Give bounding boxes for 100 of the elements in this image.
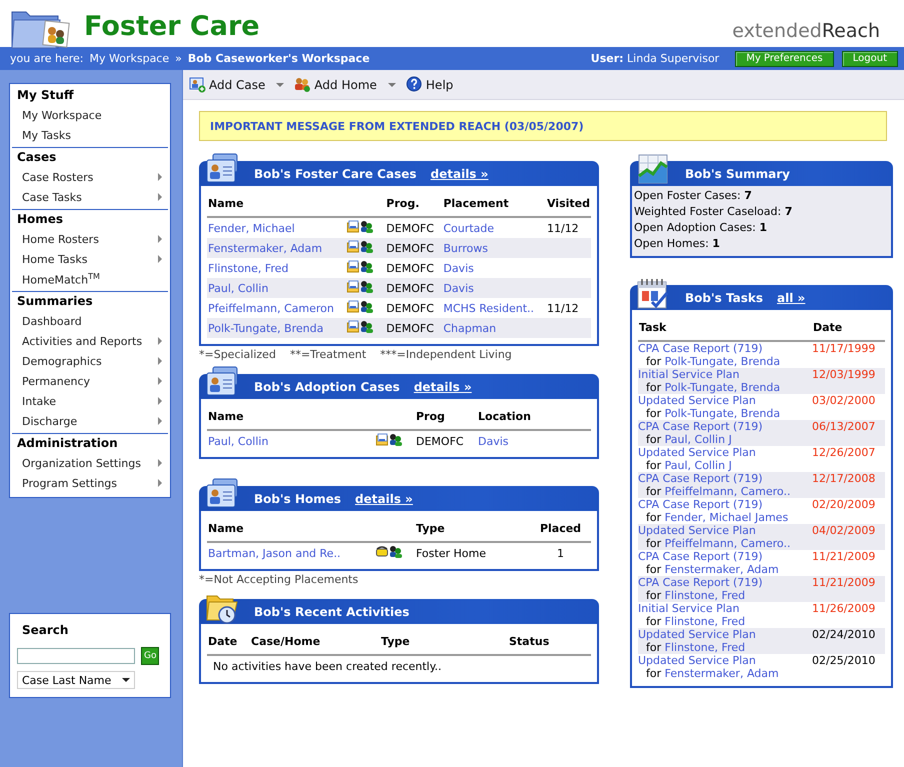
panel-title: Bob's Foster Care Cases	[254, 166, 417, 180]
nav-item[interactable]: Intake	[12, 391, 168, 411]
nav-item[interactable]: Organization Settings	[12, 453, 168, 473]
panel-title: Bob's Tasks	[685, 290, 763, 304]
task-date: 04/02/2009	[812, 524, 876, 537]
nav-item[interactable]: Dashboard	[12, 311, 168, 331]
folder-icon	[376, 433, 388, 446]
people-icon	[389, 545, 403, 558]
table-cell: Foster Home	[416, 546, 486, 560]
case-name-link[interactable]: Polk-Tungate, Brenda	[664, 355, 780, 368]
case-name-link[interactable]: Pfeiffelmann, Cameron	[208, 302, 334, 314]
submenu-arrow-icon	[157, 479, 163, 487]
nav-item[interactable]: My Workspace	[12, 105, 168, 125]
details-link[interactable]: details »	[430, 166, 488, 180]
for-label: for	[646, 355, 662, 368]
section-heading: Administration	[16, 435, 119, 452]
breadcrumb-link[interactable]: Bob Caseworker's Workspace	[188, 52, 370, 65]
task-link[interactable]: CPA Case Report (719)	[638, 498, 763, 511]
task-date: 02/24/2010	[812, 628, 876, 641]
case-name-link[interactable]: Polk-Tungate, Brenda	[664, 407, 780, 420]
nav-item[interactable]: Home Rosters	[12, 229, 168, 249]
logout-button[interactable]: Logout	[842, 50, 898, 66]
column-header: Type	[415, 515, 530, 542]
task-link[interactable]: Initial Service Plan	[638, 368, 740, 381]
details-link[interactable]: details »	[355, 492, 413, 506]
column-header: Name	[207, 403, 415, 430]
case-name-link[interactable]: Paul, Collin	[208, 434, 268, 448]
toolbar-button[interactable]: Add Case	[189, 76, 284, 93]
home-name-link[interactable]: Bartman, Jason and Re..	[208, 546, 341, 560]
placement-link[interactable]: Courtade	[443, 222, 494, 234]
submenu-arrow-icon	[157, 397, 163, 405]
folder-icon	[346, 220, 359, 233]
case-name-link[interactable]: Paul, Collin J	[664, 459, 732, 472]
case-name-link[interactable]: Fenstermaker, Adam	[664, 563, 779, 576]
placement-link[interactable]: Davis	[443, 282, 474, 294]
task-link[interactable]: Updated Service Plan	[638, 524, 756, 537]
panel-title: Bob's Summary	[685, 166, 790, 180]
case-name-link[interactable]: Flinstone, Fred	[664, 589, 746, 602]
nav-item[interactable]: Case Tasks	[12, 187, 168, 207]
nav-item[interactable]: Discharge	[12, 411, 168, 431]
task-link[interactable]: Initial Service Plan	[638, 602, 740, 615]
table-cell: 1	[557, 546, 564, 560]
nav-item[interactable]: Home Tasks	[12, 249, 168, 269]
task-date: 12/17/2008	[812, 472, 876, 485]
people-icon	[389, 433, 403, 446]
task-link[interactable]: CPA Case Report (719)	[638, 472, 763, 485]
breadcrumb-link[interactable]: My Workspace	[90, 52, 170, 65]
task-link[interactable]: Updated Service Plan	[638, 654, 756, 667]
case-name-link[interactable]: Pfeiffelmann, Camero..	[664, 537, 790, 550]
placement-link[interactable]: MCHS Resident..	[443, 302, 534, 314]
app-title: Foster Care	[84, 11, 260, 42]
help-link[interactable]: Help	[406, 76, 454, 93]
details-link[interactable]: details »	[414, 380, 472, 394]
nav-item[interactable]: Case Rosters	[12, 167, 168, 187]
table-cell: DEMOFC	[386, 322, 434, 334]
phone-icon	[376, 545, 388, 558]
task-link[interactable]: Updated Service Plan	[638, 394, 756, 407]
for-label: for	[646, 537, 662, 550]
table-cell: DEMOFC	[416, 434, 464, 448]
nav-item[interactable]: Demographics	[12, 351, 168, 371]
task-date: 11/21/2009	[812, 550, 876, 563]
location-link[interactable]: Davis	[478, 434, 509, 448]
caret-icon	[122, 677, 130, 683]
case-name-link[interactable]: Pfeiffelmann, Camero..	[664, 485, 790, 498]
nav-item[interactable]: Permanency	[12, 371, 168, 391]
details-link[interactable]: all »	[776, 290, 806, 304]
search-type-dropdown[interactable]: Case Last Name	[17, 671, 135, 689]
search-field[interactable]	[17, 648, 135, 664]
nav-item[interactable]: Program Settings	[12, 473, 168, 493]
for-label: for	[646, 459, 662, 472]
task-link[interactable]: CPA Case Report (719)	[638, 342, 763, 355]
footnote: **=Treatment	[290, 348, 366, 361]
case-name-link[interactable]: Flinstone, Fred	[664, 641, 746, 654]
case-name-link[interactable]: Polk-Tungate, Brenda	[664, 381, 780, 394]
task-link[interactable]: CPA Case Report (719)	[638, 550, 763, 563]
case-name-link[interactable]: Fender, Michael	[208, 222, 295, 234]
case-name-link[interactable]: Flinstone, Fred	[208, 262, 288, 274]
nav-item[interactable]: Activities and Reports	[12, 331, 168, 351]
case-name-link[interactable]: Fenstermaker, Adam	[664, 667, 779, 680]
case-name-link[interactable]: Paul, Collin J	[664, 433, 732, 446]
placement-link[interactable]: Davis	[443, 262, 474, 274]
case-name-link[interactable]: Flinstone, Fred	[664, 615, 746, 628]
submenu-arrow-icon	[157, 459, 163, 467]
section-heading: Summaries	[16, 293, 94, 310]
nav-item[interactable]: My Tasks	[12, 125, 168, 145]
go-button[interactable]: Go	[141, 647, 160, 665]
folder-icon	[346, 300, 359, 313]
preferences-button[interactable]: My Preferences	[735, 50, 834, 66]
toolbar-button[interactable]: Add Home	[294, 76, 396, 93]
breadcrumb-label: you are here:	[10, 52, 84, 65]
case-name-link[interactable]: Fender, Michael James	[664, 511, 788, 524]
task-date: 11/17/1999	[812, 342, 876, 355]
nav-item[interactable]: HomeMatch$^{TM}$	[12, 269, 168, 289]
task-link[interactable]: CPA Case Report (719)	[638, 420, 763, 433]
task-link[interactable]: Updated Service Plan	[638, 628, 756, 641]
section-heading: Cases	[16, 149, 58, 166]
task-link[interactable]: CPA Case Report (719)	[638, 576, 763, 589]
submenu-arrow-icon	[157, 357, 163, 365]
column-header: Task	[638, 314, 812, 341]
task-link[interactable]: Updated Service Plan	[638, 446, 756, 459]
